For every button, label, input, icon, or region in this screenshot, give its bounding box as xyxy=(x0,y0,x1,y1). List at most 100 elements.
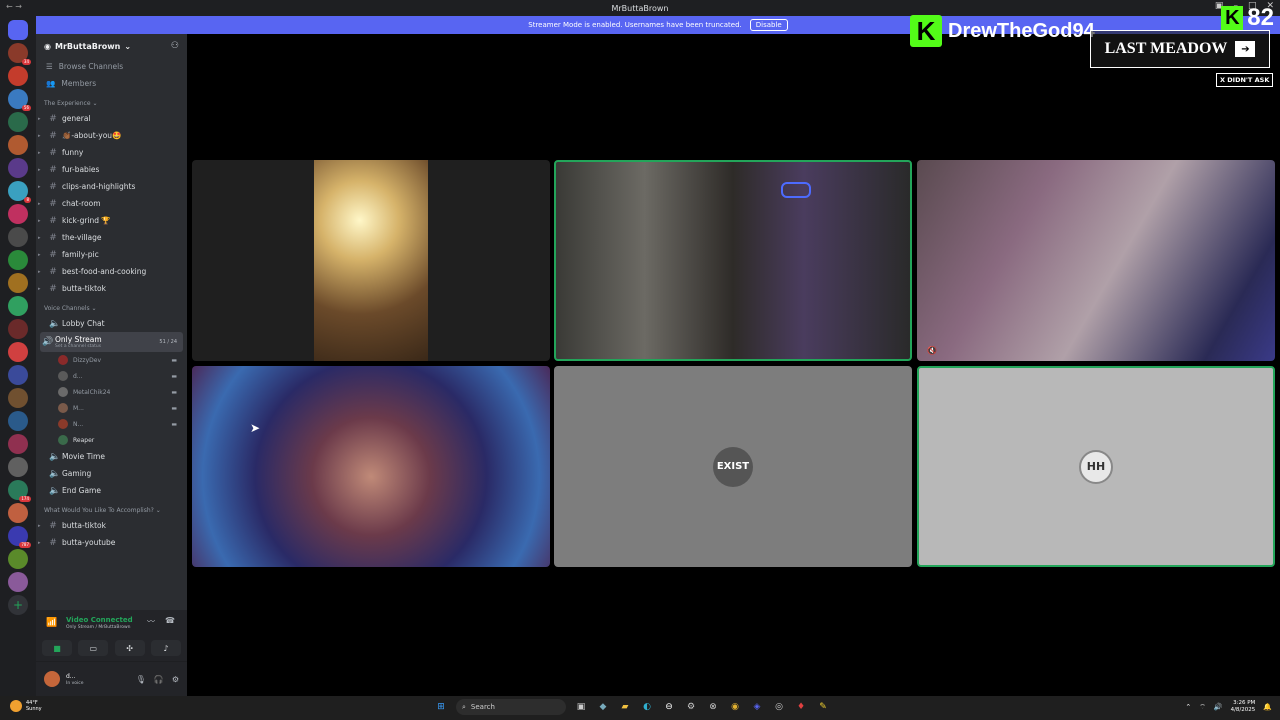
server-icon[interactable] xyxy=(8,227,28,247)
category-experience[interactable]: The Experience ⌄ xyxy=(36,96,187,110)
notification-icon[interactable]: 🔔 xyxy=(1263,703,1272,711)
video-tile-6[interactable]: HH xyxy=(917,366,1275,567)
text-channel[interactable]: ▸ # clips-and-highlights xyxy=(36,178,187,195)
server-icon[interactable]: 56 xyxy=(8,89,31,111)
server-icon[interactable]: 174 xyxy=(8,480,31,502)
discord-icon[interactable]: ◈ xyxy=(750,700,764,714)
camera-button[interactable]: ■ xyxy=(42,640,72,656)
server-icon[interactable] xyxy=(8,296,28,316)
app-icon[interactable]: ⊖ xyxy=(662,700,676,714)
members[interactable]: 👥 Members xyxy=(36,75,187,92)
server-icon[interactable] xyxy=(8,273,28,293)
windows-start-icon[interactable]: ⊞ xyxy=(434,700,448,714)
add-server-icon[interactable]: + xyxy=(8,595,28,615)
server-icon[interactable] xyxy=(8,503,28,523)
server-icon[interactable] xyxy=(8,342,28,362)
copilot-icon[interactable]: ◆ xyxy=(596,700,610,714)
server-icon[interactable] xyxy=(8,204,28,224)
server-icon[interactable] xyxy=(8,434,28,454)
server-icon[interactable] xyxy=(8,549,28,569)
text-channel[interactable]: ▸ # 👏🏾-about-you🤩 xyxy=(36,127,187,144)
signal-icon[interactable]: 📶 xyxy=(46,618,57,628)
avatar[interactable] xyxy=(44,671,60,687)
text-channel[interactable]: ▸ # general xyxy=(36,110,187,127)
text-channel[interactable]: ▸ # family-pic xyxy=(36,246,187,263)
server-icon[interactable] xyxy=(8,112,28,132)
video-tile-4[interactable] xyxy=(192,366,550,567)
headphones-icon[interactable]: 🎧 xyxy=(154,675,164,684)
server-icon[interactable] xyxy=(8,66,28,86)
screen-share-button[interactable]: ▭ xyxy=(78,640,109,656)
server-icon[interactable] xyxy=(8,135,28,155)
voice-user[interactable]: DizzyDev ▬ xyxy=(36,352,187,368)
video-tile-5[interactable]: EXIST xyxy=(554,366,912,567)
settings-icon[interactable]: ⚙ xyxy=(684,700,698,714)
voice-user[interactable]: M... ▬ xyxy=(36,400,187,416)
video-tile-1[interactable] xyxy=(192,160,550,361)
chevron-up-icon[interactable]: ⌃ xyxy=(1185,703,1191,711)
voice-user[interactable]: Reaper xyxy=(36,432,187,448)
server-icon[interactable] xyxy=(8,250,28,270)
invite-icon[interactable]: ⚇ xyxy=(171,41,179,51)
chevron-right-icon: ▸ xyxy=(38,522,41,529)
server-icon[interactable]: 34 xyxy=(8,43,31,65)
activities-button[interactable]: ✣ xyxy=(114,640,145,656)
disconnect-icon[interactable]: ☎ xyxy=(165,616,175,627)
text-channel[interactable]: ▸ # butta-tiktok xyxy=(36,280,187,297)
search-box[interactable]: ⌕ Search xyxy=(456,699,566,715)
text-channel[interactable]: ▸ # best-food-and-cooking xyxy=(36,263,187,280)
voice-user[interactable]: d... ▬ xyxy=(36,368,187,384)
text-channel[interactable]: ▸ # kick-grind 🏆 xyxy=(36,212,187,229)
voice-channel-movie[interactable]: 🔈 Movie Time xyxy=(36,448,187,465)
file-explorer-icon[interactable]: ▰ xyxy=(618,700,632,714)
server-icon[interactable] xyxy=(8,319,28,339)
nav-arrows-icon[interactable]: ← → xyxy=(6,2,22,11)
text-channel[interactable]: ▸ # butta-tiktok xyxy=(36,517,187,534)
channel-status[interactable]: Set a channel status xyxy=(55,344,102,349)
voice-status-subtitle[interactable]: Only Stream / MrButtaBrown xyxy=(66,625,130,630)
app-yellow-icon[interactable]: ✎ xyxy=(816,700,830,714)
server-icon[interactable] xyxy=(8,411,28,431)
text-channel[interactable]: ▸ # chat-room xyxy=(36,195,187,212)
volume-icon[interactable]: 🔊 xyxy=(1214,703,1223,711)
browse-channels[interactable]: ☰ Browse Channels xyxy=(36,58,187,75)
server-header[interactable]: ◉ MrButtaBrown ⌄ ⚇ xyxy=(36,34,187,58)
text-channel[interactable]: ▸ # funny xyxy=(36,144,187,161)
channel-label: Movie Time xyxy=(62,452,105,461)
soundboard-button[interactable]: ♪ xyxy=(150,640,181,656)
video-tile-2[interactable] xyxy=(554,160,912,361)
gear-icon[interactable]: ⚙ xyxy=(172,675,179,684)
category-accomplish[interactable]: What Would You Like To Accomplish? ⌄ xyxy=(36,503,187,517)
category-voice[interactable]: Voice Channels ⌄ xyxy=(36,301,187,315)
text-channel[interactable]: ▸ # butta-youtube xyxy=(36,534,187,551)
clock[interactable]: 3:26 PM 4/8/2025 xyxy=(1231,700,1256,714)
server-icon[interactable] xyxy=(8,572,28,592)
video-tile-3[interactable]: 🔇 xyxy=(917,160,1275,361)
disable-button[interactable]: Disable xyxy=(749,19,788,31)
weather-widget[interactable]: 44°F Sunny xyxy=(10,700,42,712)
voice-channel-gaming[interactable]: 🔈 Gaming xyxy=(36,465,187,482)
text-channel[interactable]: ▸ # the-village xyxy=(36,229,187,246)
task-view-icon[interactable]: ▣ xyxy=(574,700,588,714)
app-red-icon[interactable]: ♦ xyxy=(794,700,808,714)
voice-channel-only-stream[interactable]: 🔊 Only Stream Set a channel status 51 / … xyxy=(40,332,183,352)
obs-icon[interactable]: ◎ xyxy=(772,700,786,714)
voice-user[interactable]: N... ▬ xyxy=(36,416,187,432)
server-icon[interactable]: 8 xyxy=(8,181,31,203)
voice-user[interactable]: MetalChik24 ▬ xyxy=(36,384,187,400)
network-icon[interactable]: ⌔ xyxy=(1199,703,1206,712)
edge-icon[interactable]: ◐ xyxy=(640,700,654,714)
xbox-icon[interactable]: ⊗ xyxy=(706,700,720,714)
server-icon[interactable]: 787 xyxy=(8,526,31,548)
server-icon[interactable] xyxy=(8,457,28,477)
server-icon[interactable] xyxy=(8,388,28,408)
noise-suppression-icon[interactable]: 〰 xyxy=(147,616,155,627)
home-icon[interactable] xyxy=(8,20,28,40)
chrome-icon[interactable]: ◉ xyxy=(728,700,742,714)
voice-channel-lobby[interactable]: 🔈 Lobby Chat xyxy=(36,315,187,332)
voice-channel-endgame[interactable]: 🔈 End Game xyxy=(36,482,187,499)
server-icon[interactable] xyxy=(8,158,28,178)
text-channel[interactable]: ▸ # fur-babies xyxy=(36,161,187,178)
mic-icon[interactable]: 🎙 xyxy=(136,675,146,684)
server-icon[interactable] xyxy=(8,365,28,385)
